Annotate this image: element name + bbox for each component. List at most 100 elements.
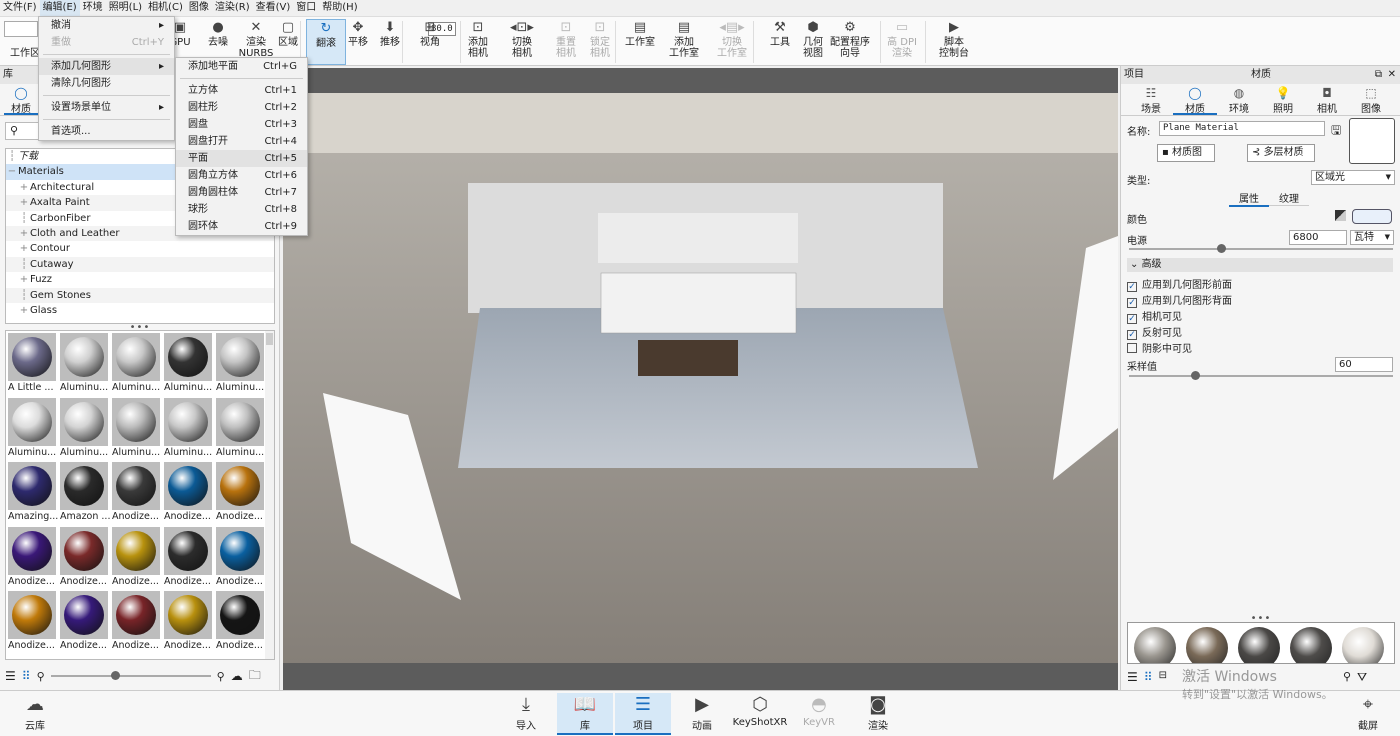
tree-item[interactable]: +Glass xyxy=(6,303,274,318)
menu-item[interactable]: 添加地平面Ctrl+G xyxy=(176,58,307,75)
menu-5[interactable]: 图像 xyxy=(186,0,212,16)
material-thumbnail[interactable]: Aluminu... xyxy=(215,333,267,397)
menu-item[interactable]: 圆盘打开Ctrl+4 xyxy=(176,133,307,150)
toolbar-button-switch-camera[interactable]: ◂⊡▸切换 相机 xyxy=(502,19,542,65)
bottom-button-render[interactable]: ◙渲染 xyxy=(850,693,906,735)
material-ball[interactable] xyxy=(1342,627,1384,664)
toolbar-button-configurator[interactable]: ⚙配置程序 向导 xyxy=(830,19,870,65)
toolbar-button-fov[interactable]: ⊞视角 xyxy=(410,19,450,65)
material-thumbnail[interactable]: Aluminu... xyxy=(215,398,267,462)
material-thumbnail[interactable]: Anodize... xyxy=(215,527,267,591)
bottom-button-import[interactable]: ⤓导入 xyxy=(498,693,554,735)
advanced-section-header[interactable]: ⌄ 高级 xyxy=(1127,258,1393,272)
render-viewport[interactable] xyxy=(283,68,1118,690)
bottom-button-keyshotxr[interactable]: ⬡KeyShotXR xyxy=(732,693,788,735)
menu-item[interactable]: 圆柱形Ctrl+2 xyxy=(176,99,307,116)
material-ball[interactable] xyxy=(1290,627,1332,664)
material-thumbnail[interactable]: Anodize... xyxy=(111,527,163,591)
material-thumbnail[interactable]: Anodize... xyxy=(7,591,59,655)
material-thumbnail[interactable]: Anodize... xyxy=(163,462,215,526)
material-thumbnail[interactable]: Aluminu... xyxy=(111,333,163,397)
menu-item[interactable]: 圆角圆柱体Ctrl+7 xyxy=(176,184,307,201)
toolbar-button-geometry-view[interactable]: ⬢几何 视图 xyxy=(793,19,833,65)
save-icon[interactable]: 🖫 xyxy=(1331,121,1341,142)
menu-4[interactable]: 相机(C) xyxy=(145,0,186,16)
texture-map-icon[interactable] xyxy=(1335,210,1346,221)
power-input[interactable]: 6800 xyxy=(1289,230,1347,245)
menu-item[interactable]: 立方体Ctrl+1 xyxy=(176,82,307,99)
material-thumbnail[interactable]: Amazon ... xyxy=(59,462,111,526)
folder-icon[interactable]: 🗀 xyxy=(249,666,261,687)
tab-lighting[interactable]: 💡照明 xyxy=(1261,84,1305,115)
material-ball[interactable] xyxy=(1238,627,1280,664)
menu-2[interactable]: 环境 xyxy=(80,0,106,16)
menu-3[interactable]: 照明(L) xyxy=(106,0,145,16)
samples-input[interactable]: 60 xyxy=(1335,357,1393,372)
toolbar-button-studio[interactable]: ▤工作室 xyxy=(620,19,660,65)
tab-materials[interactable]: ◯材质 xyxy=(4,84,38,115)
material-graph-button[interactable]: ▪ 材质图 xyxy=(1157,144,1215,162)
material-thumbnail[interactable]: Anodize... xyxy=(163,527,215,591)
menu-9[interactable]: 帮助(H) xyxy=(319,0,360,16)
menu-item[interactable]: 圆环体Ctrl+9 xyxy=(176,218,307,235)
bottom-button-library[interactable]: 📖库 xyxy=(557,693,613,735)
grid-view-icon[interactable]: ⠿ xyxy=(1144,670,1153,685)
menu-item[interactable]: 圆角立方体Ctrl+6 xyxy=(176,167,307,184)
bottom-button-project[interactable]: ☰项目 xyxy=(615,693,671,735)
power-slider[interactable] xyxy=(1129,248,1393,250)
thumbnail-size-slider[interactable] xyxy=(51,675,211,677)
menu-7[interactable]: 查看(V) xyxy=(253,0,294,16)
toolbar-button-dolly[interactable]: ⬇推移 xyxy=(370,19,410,65)
checkbox-row[interactable]: ✓反射可见 xyxy=(1127,324,1232,340)
tab-material[interactable]: ◯材质 xyxy=(1173,84,1217,115)
menu-item[interactable]: 首选项... xyxy=(39,123,174,140)
list-view-icon[interactable]: ☰ xyxy=(1127,670,1138,685)
color-swatch[interactable] xyxy=(1352,209,1392,224)
filter-icon[interactable]: ⛛ xyxy=(1357,670,1367,685)
close-icon[interactable]: ✕ xyxy=(1388,66,1396,84)
checkbox-row[interactable]: ✓相机可见 xyxy=(1127,308,1232,324)
checkbox-row[interactable]: 阴影中可见 xyxy=(1127,340,1232,356)
material-thumbnail[interactable]: Anodize... xyxy=(111,591,163,655)
tree-item[interactable]: +Fuzz xyxy=(6,272,274,287)
menu-8[interactable]: 窗口 xyxy=(293,0,319,16)
checkbox-unchecked[interactable] xyxy=(1127,343,1137,353)
checkbox-checked[interactable]: ✓ xyxy=(1127,298,1137,308)
cloud-library-button[interactable]: ☁云库 xyxy=(7,693,63,735)
menu-0[interactable]: 文件(F) xyxy=(0,0,40,16)
material-thumbnail[interactable]: Aluminu... xyxy=(59,398,111,462)
menu-1[interactable]: 编辑(E) xyxy=(40,0,80,16)
power-unit-select[interactable]: 瓦特▼ xyxy=(1350,230,1394,245)
checkbox-row[interactable]: ✓应用到几何图形背面 xyxy=(1127,292,1232,308)
material-thumbnail[interactable]: Aluminu... xyxy=(163,398,215,462)
menu-item[interactable]: 球形Ctrl+8 xyxy=(176,201,307,218)
material-thumbnail[interactable]: Aluminu... xyxy=(59,333,111,397)
material-thumbnail[interactable]: Anodize... xyxy=(111,462,163,526)
tree-view-icon[interactable]: ⊟ xyxy=(1159,670,1167,685)
type-select[interactable]: 区域光▼ xyxy=(1311,170,1395,185)
material-ball[interactable] xyxy=(1186,627,1228,664)
workspace-dropdown[interactable] xyxy=(4,21,38,37)
tab-environment[interactable]: ◍环境 xyxy=(1217,84,1261,115)
tab-camera[interactable]: ◘相机 xyxy=(1305,84,1349,115)
samples-slider[interactable] xyxy=(1129,375,1393,377)
tab-scene[interactable]: ☷场景 xyxy=(1129,84,1173,115)
material-thumbnail[interactable]: Anodize... xyxy=(215,462,267,526)
material-thumbnail[interactable]: Aluminu... xyxy=(7,398,59,462)
material-ball[interactable] xyxy=(1134,627,1176,664)
material-thumbnail[interactable]: Anodize... xyxy=(59,591,111,655)
toolbar-button-add-camera[interactable]: ⊡添加 相机 xyxy=(458,19,498,65)
material-thumbnail[interactable]: Anodize... xyxy=(163,591,215,655)
screenshot-button[interactable]: ⌖截屏 xyxy=(1340,693,1396,735)
toolbar-button-lock-camera[interactable]: ⊡锁定 相机 xyxy=(580,19,620,65)
checkbox-checked[interactable]: ✓ xyxy=(1127,282,1137,292)
subtab-properties[interactable]: 属性 xyxy=(1229,190,1269,207)
menu-6[interactable]: 渲染(R) xyxy=(212,0,253,16)
material-thumbnail[interactable]: Anodize... xyxy=(59,527,111,591)
checkbox-row[interactable]: ✓应用到几何图形前面 xyxy=(1127,276,1232,292)
toolbar-button-switch-studio[interactable]: ◂▤▸切换 工作室 xyxy=(712,19,752,65)
material-thumbnail[interactable]: Aluminu... xyxy=(163,333,215,397)
toolbar-button-hidpi[interactable]: ▭高 DPI 渲染 xyxy=(882,19,922,65)
menu-item[interactable]: 清除几何图形 xyxy=(39,75,174,92)
menu-item[interactable]: 平面Ctrl+5 xyxy=(176,150,307,167)
